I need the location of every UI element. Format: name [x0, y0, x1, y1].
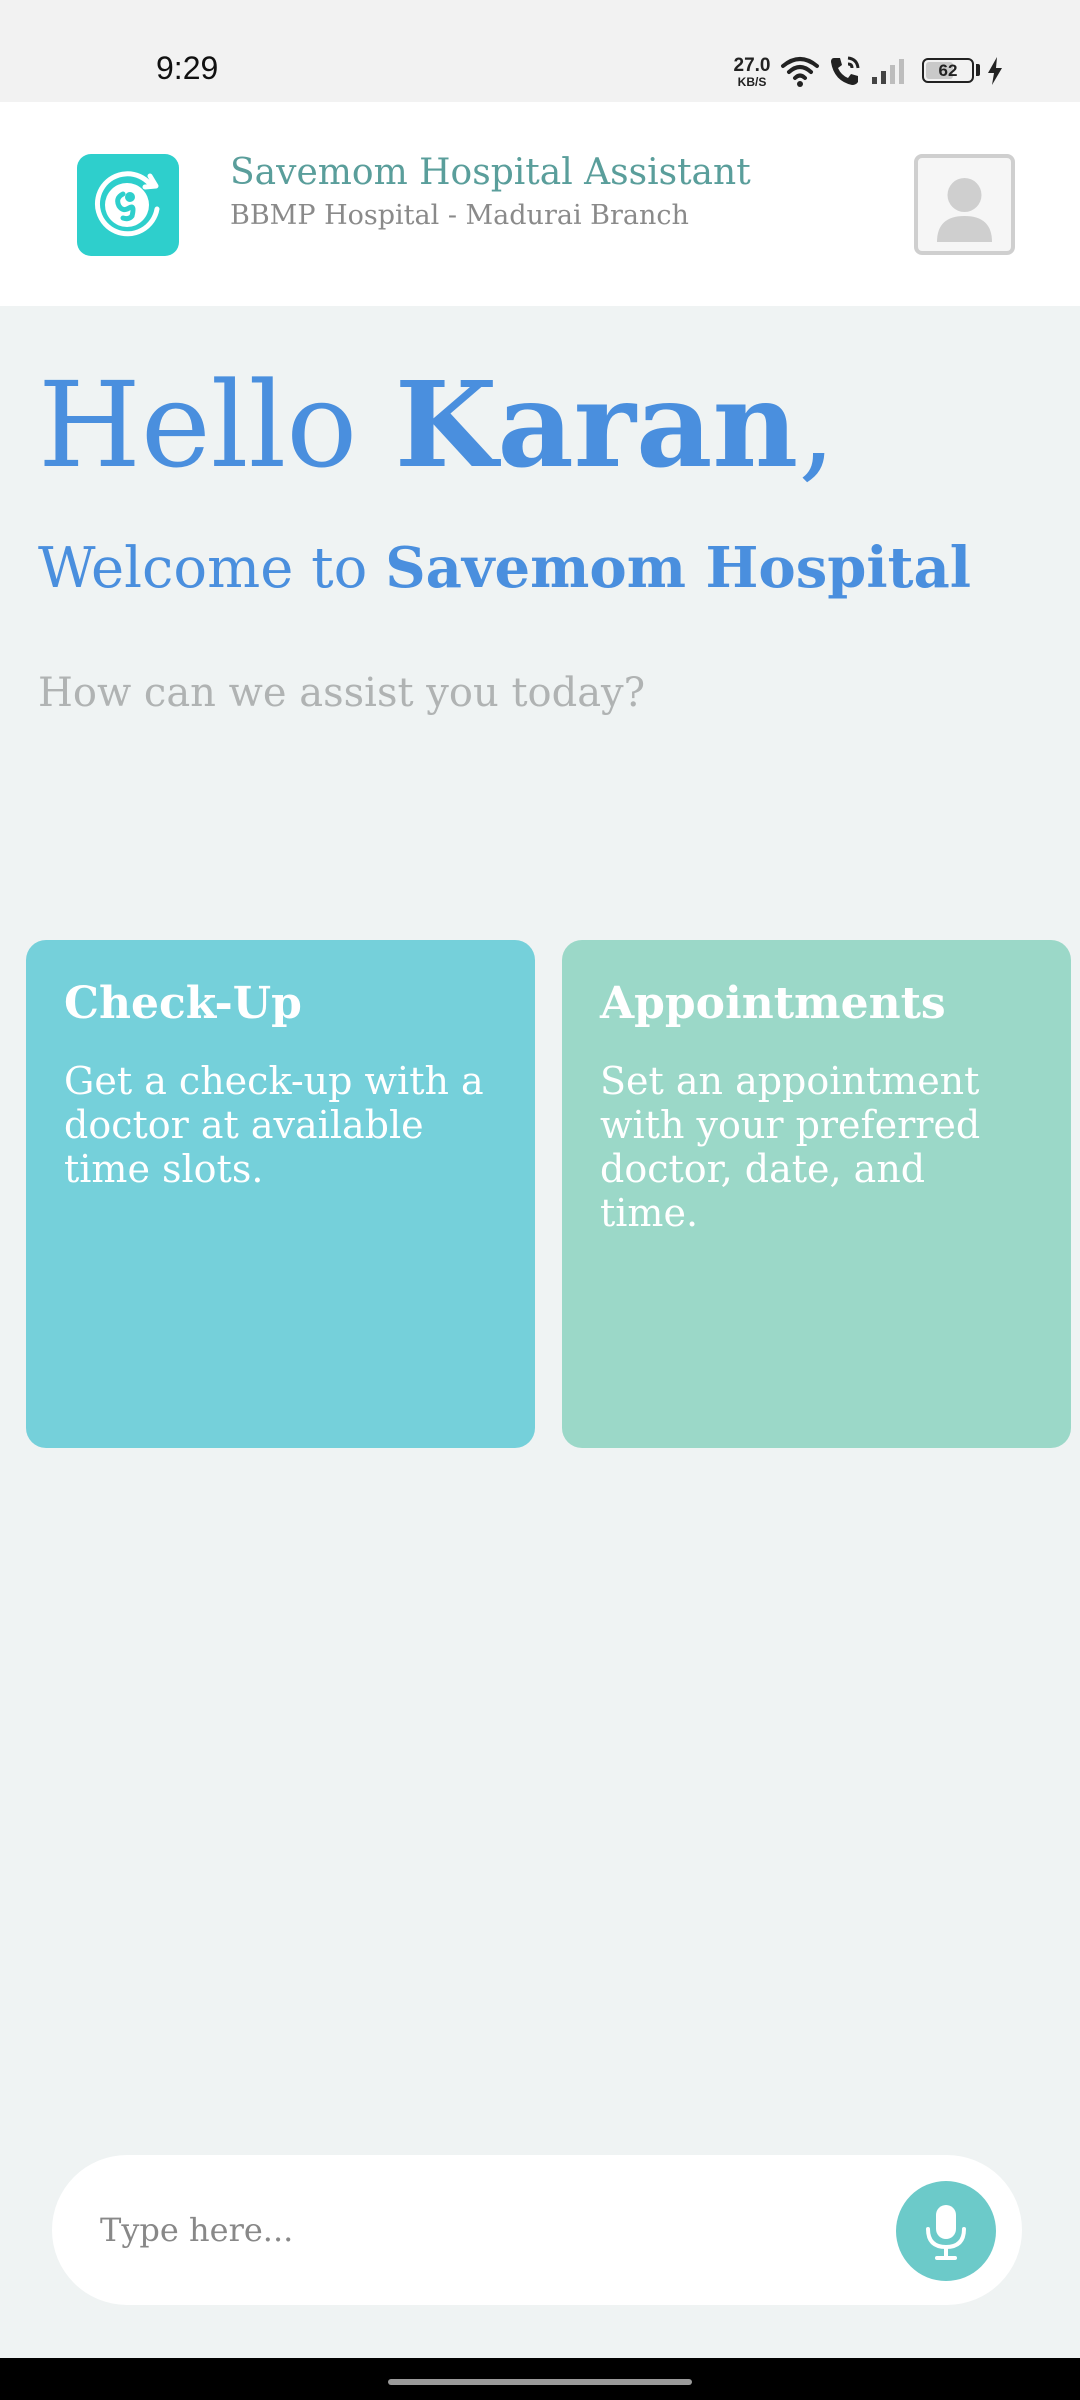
hospital-name: Savemom Hospital [385, 535, 972, 601]
greeting-hello: Hello [38, 356, 395, 494]
home-indicator[interactable] [388, 2379, 692, 2385]
signal-icon [870, 56, 912, 90]
card-title: Check-Up [64, 978, 302, 1029]
app-subtitle: BBMP Hospital - Madurai Branch [230, 200, 689, 231]
appointments-card[interactable]: Appointments Set an appointment with you… [562, 940, 1071, 1448]
card-description: Get a check-up with a doctor at availabl… [64, 1059, 484, 1191]
app-header: Savemom Hospital Assistant BBMP Hospital… [0, 102, 1080, 306]
status-time: 9:29 [156, 50, 219, 86]
welcome-prefix: Welcome to [38, 536, 386, 601]
battery-tip [976, 64, 980, 76]
baby-logo-icon [77, 154, 179, 256]
user-avatar-icon[interactable] [914, 154, 1015, 255]
battery-level: 62 [938, 61, 958, 80]
greeting-comma: , [798, 356, 836, 494]
welcome-heading: Welcome to Savemom Hospital [38, 535, 971, 601]
app-title: Savemom Hospital Assistant [230, 152, 751, 193]
chat-input-bar [52, 2155, 1022, 2305]
microphone-icon[interactable] [896, 2181, 996, 2281]
wifi-icon [780, 54, 820, 92]
network-speed: 27.0 KB/S [732, 56, 772, 88]
system-nav-bar [0, 2358, 1080, 2400]
greeting-heading: Hello Karan, [38, 360, 836, 491]
call-icon [828, 54, 862, 92]
battery-icon: 62 [922, 58, 974, 83]
card-description: Set an appointment with your preferred d… [600, 1059, 981, 1235]
network-speed-value: 27.0 [733, 55, 771, 76]
message-input[interactable] [100, 2200, 880, 2260]
status-bar: 9:29 27.0 KB/S 62 [0, 0, 1080, 102]
checkup-card[interactable]: Check-Up Get a check-up with a doctor at… [26, 940, 535, 1448]
charging-icon [986, 56, 1004, 90]
card-title: Appointments [600, 978, 946, 1029]
assist-prompt: How can we assist you today? [38, 670, 646, 716]
network-speed-unit: KB/S [737, 75, 767, 89]
user-name: Karan [394, 355, 799, 494]
